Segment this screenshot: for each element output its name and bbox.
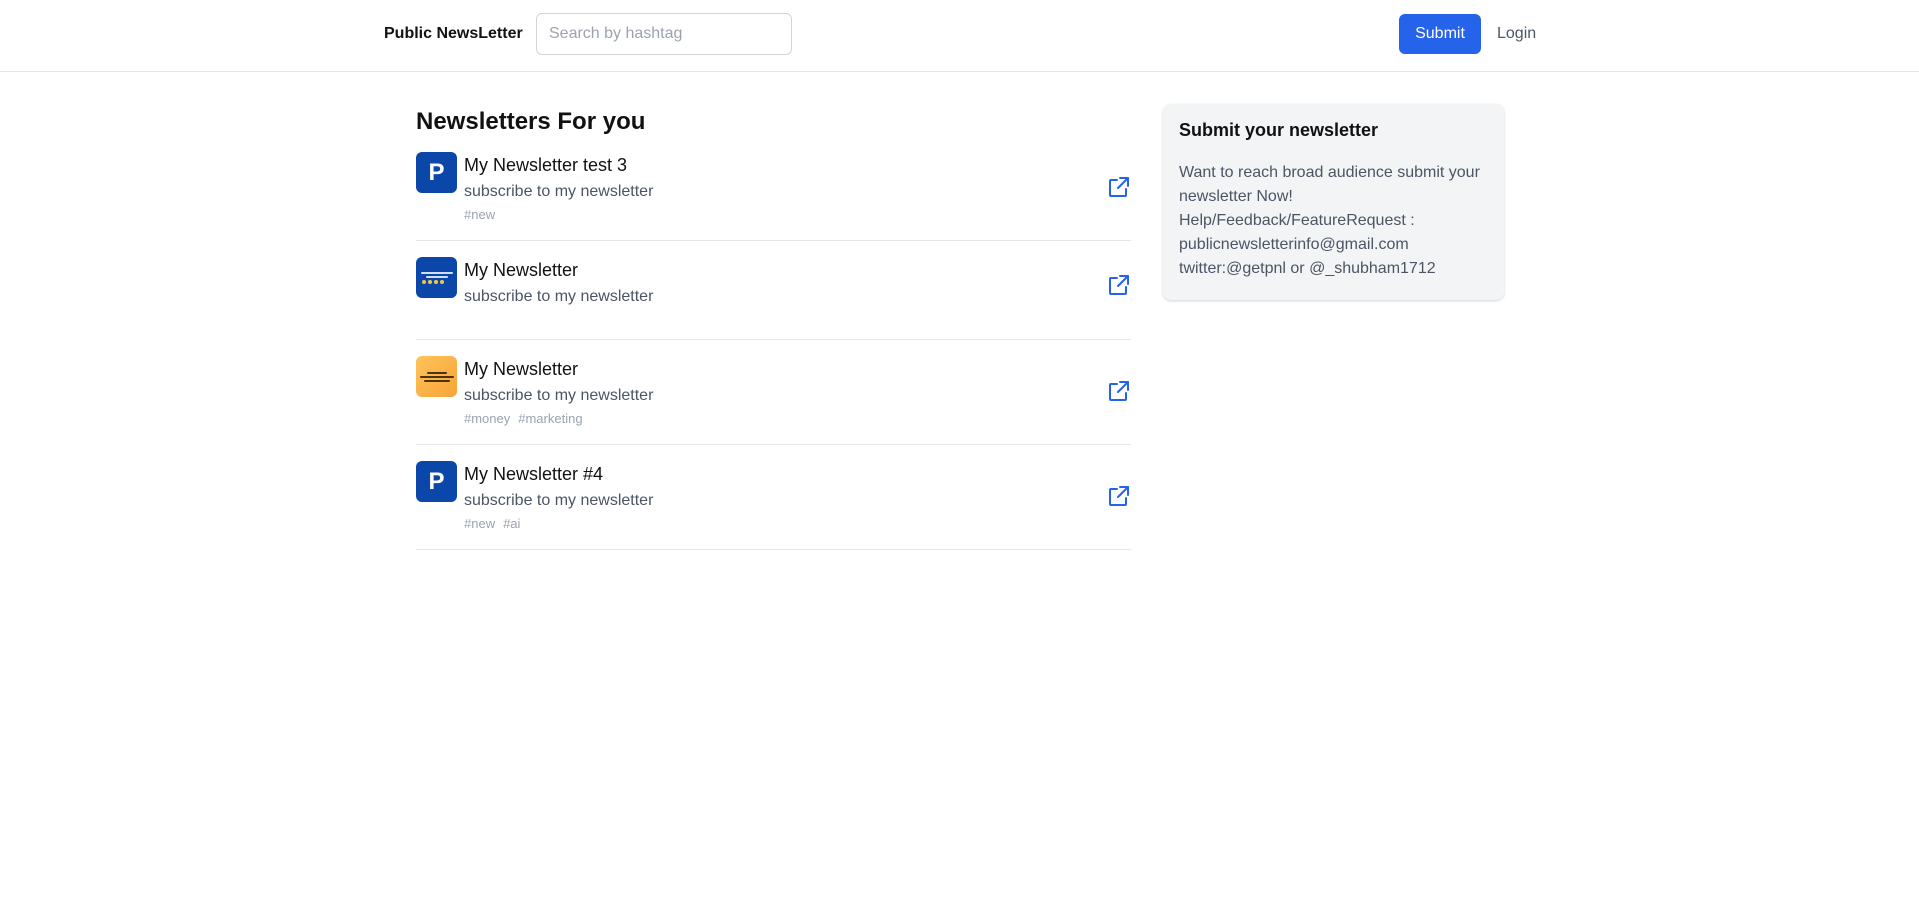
avatar-letter: P <box>428 467 445 495</box>
newsletter-title[interactable]: My Newsletter <box>464 359 578 380</box>
login-link[interactable]: Login <box>1497 25 1536 43</box>
submit-newsletter-card: Submit your newsletter Want to reach bro… <box>1163 104 1504 300</box>
page-title: Newsletters For you <box>416 108 646 135</box>
brand-logo-link[interactable]: Public NewsLetter <box>384 25 523 43</box>
avatar-letter: P <box>428 158 445 186</box>
hashtag[interactable]: #money <box>464 411 510 426</box>
card-text-line: twitter:@getpnl or @_shubham1712 <box>1179 260 1436 277</box>
newsletter-avatar <box>416 356 457 397</box>
external-link-icon[interactable] <box>1107 273 1131 297</box>
top-navbar: Public NewsLetter Submit Login <box>0 0 1919 72</box>
newsletter-list: P My Newsletter test 3 subscribe to my n… <box>416 150 1131 550</box>
card-body: Want to reach broad audience submit your… <box>1179 161 1488 281</box>
submit-button[interactable]: Submit <box>1399 14 1481 54</box>
hashtag[interactable]: #ai <box>503 516 520 531</box>
newsletter-item: My Newsletter subscribe to my newsletter <box>416 255 1131 340</box>
newsletter-title[interactable]: My Newsletter test 3 <box>464 155 627 176</box>
card-title: Submit your newsletter <box>1179 120 1379 140</box>
newsletter-item: P My Newsletter #4 subscribe to my newsl… <box>416 459 1131 550</box>
newsletter-title[interactable]: My Newsletter #4 <box>464 464 603 485</box>
newsletter-item: My Newsletter subscribe to my newsletter… <box>416 354 1131 445</box>
hashtag[interactable]: #new <box>464 516 495 531</box>
card-text-line: Help/Feedback/FeatureRequest : publicnew… <box>1179 212 1415 253</box>
hashtag[interactable]: #new <box>464 207 495 222</box>
newsletter-description: subscribe to my newsletter <box>464 387 654 404</box>
card-text-line: Want to reach broad audience submit your… <box>1179 164 1480 205</box>
newsletter-avatar: P <box>416 152 457 193</box>
external-link-icon[interactable] <box>1107 484 1131 508</box>
tag-list: #new <box>464 207 495 222</box>
external-link-icon[interactable] <box>1107 175 1131 199</box>
newsletter-description: subscribe to my newsletter <box>464 183 654 200</box>
newsletter-avatar <box>416 257 457 298</box>
newsletter-title[interactable]: My Newsletter <box>464 260 578 281</box>
hashtag[interactable]: #marketing <box>518 411 582 426</box>
tag-list: #money #marketing <box>464 411 583 426</box>
newsletter-description: subscribe to my newsletter <box>464 492 654 509</box>
hashtag-search-input[interactable] <box>536 13 792 55</box>
tag-list: #new #ai <box>464 516 520 531</box>
newsletter-avatar: P <box>416 461 457 502</box>
newsletter-description: subscribe to my newsletter <box>464 288 654 305</box>
external-link-icon[interactable] <box>1107 379 1131 403</box>
newsletter-item: P My Newsletter test 3 subscribe to my n… <box>416 150 1131 241</box>
